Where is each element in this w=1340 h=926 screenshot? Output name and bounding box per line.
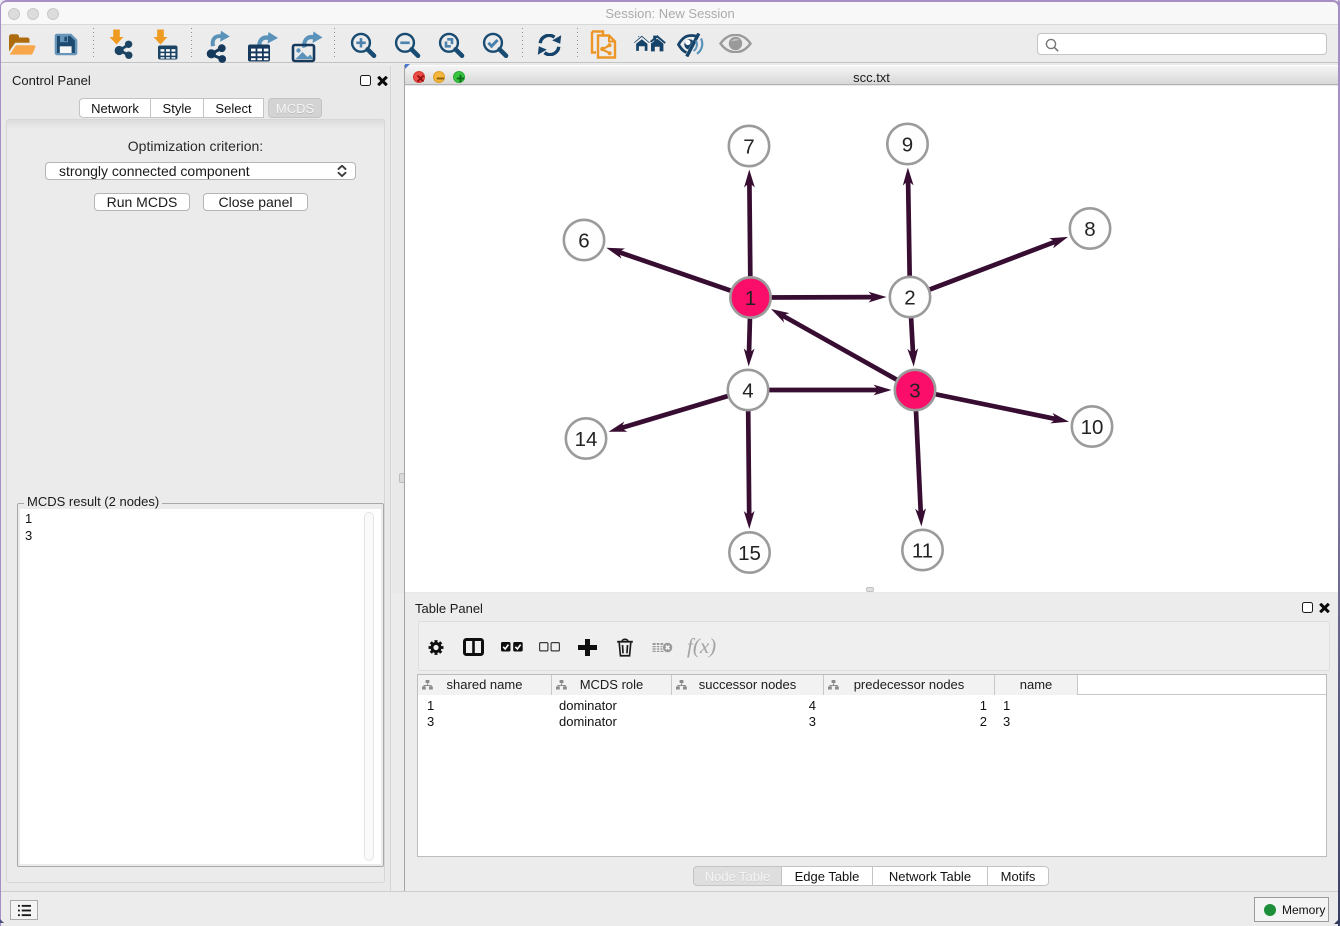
svg-text:14: 14	[575, 428, 598, 451]
svg-text:4: 4	[742, 380, 753, 403]
svg-text:9: 9	[902, 134, 913, 157]
svg-text:2: 2	[904, 287, 915, 310]
svg-text:8: 8	[1084, 218, 1095, 241]
svg-text:11: 11	[912, 540, 933, 563]
svg-text:15: 15	[738, 542, 761, 565]
svg-text:10: 10	[1081, 416, 1104, 439]
svg-text:3: 3	[909, 380, 920, 403]
svg-text:1: 1	[745, 287, 756, 310]
svg-text:6: 6	[578, 230, 589, 253]
svg-text:7: 7	[743, 136, 754, 159]
